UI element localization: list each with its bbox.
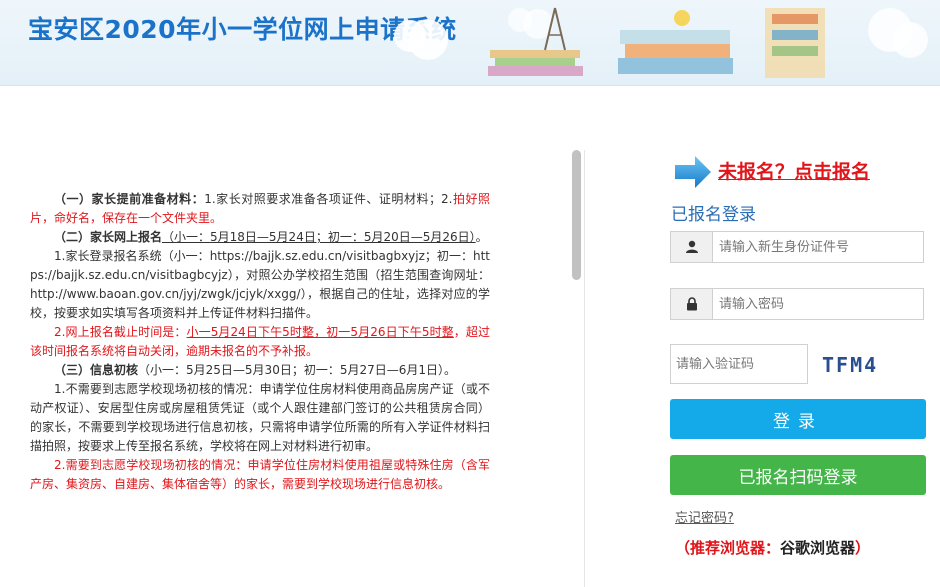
notice-panel: （一）家长提前准备材料：1.家长对照要求准备各项证件、证明材料；2.拍好照片，命… [30,190,490,562]
password-field [670,288,924,320]
id-number-field [670,231,924,263]
notice-scrollbar-thumb[interactable] [572,150,581,280]
login-heading: 已报名登录 [671,205,756,225]
forgot-password-link[interactable]: 忘记密码? [675,507,734,526]
banner-illustration [394,7,928,78]
notice-paragraph: （二）家长网上报名（小一：5月18日—5月24日；初一：5月20日—5月26日）… [30,228,490,247]
notice-text: 。 [475,230,488,244]
arrow-right-icon [675,156,711,188]
notice-deadline: 小一5月24日下午5时整，初一5月26日下午5时整 [186,325,454,339]
notice-paragraph: （三）信息初核（小一：5月25日—5月30日；初一：5月27日—6月1日）。 [30,361,490,380]
browser-tip-name: 谷歌浏览器 [780,539,856,557]
browser-tip-prefix: （推荐浏览器： [675,539,781,557]
notice-paragraph: 2.需要到志愿学校现场初核的情况：申请学位住房材料使用祖屋或特殊住房（含军产房、… [30,458,490,491]
login-button[interactable]: 登录 [670,399,926,439]
browser-tip-suffix: ） [855,539,871,557]
captcha-field [670,344,808,384]
user-icon [671,232,713,262]
notice-paragraph: 1.家长登录报名系统（小一：https://bajjk.sz.edu.cn/vi… [30,249,490,320]
notice-paragraph: 2.网上报名截止时间是：小一5月24日下午5时整，初一5月26日下午5时整，超过… [30,323,490,361]
id-number-input[interactable] [713,232,923,262]
captcha-input[interactable] [671,345,807,383]
notice-heading: （一）家长提前准备材料： [54,192,205,206]
notice-dates: （小一：5月25日—5月30日；初一：5月27日—6月1日）。 [138,363,456,377]
panel-divider [584,150,585,587]
notice-paragraph: 1.不需要到志愿学校现场初核的情况：申请学位住房材料使用商品房房产证（或不动产权… [30,382,490,453]
register-link[interactable]: 未报名？点击报名 [718,157,870,184]
notice-paragraph: （一）家长提前准备材料：1.家长对照要求准备各项证件、证明材料；2.拍好照片，命… [30,190,490,228]
captcha-image[interactable]: TFM4 [822,350,892,380]
notice-text: 2.网上报名截止时间是： [54,325,187,339]
notice-dates: （小一：5月18日—5月24日；初一：5月20日—5月26日） [162,230,476,244]
notice-heading: （二）家长网上报名 [54,230,163,244]
password-input[interactable] [713,289,923,319]
header-banner: 宝安区2020年小一学位网上申请系统 [0,0,940,86]
browser-recommendation: （推荐浏览器：谷歌浏览器） [675,537,870,558]
notice-heading: （三）信息初核 [54,363,139,377]
lock-icon [671,289,713,319]
notice-text: 1.家长对照要求准备各项证件、证明材料；2. [204,192,453,206]
scan-login-button[interactable]: 已报名扫码登录 [670,455,926,495]
